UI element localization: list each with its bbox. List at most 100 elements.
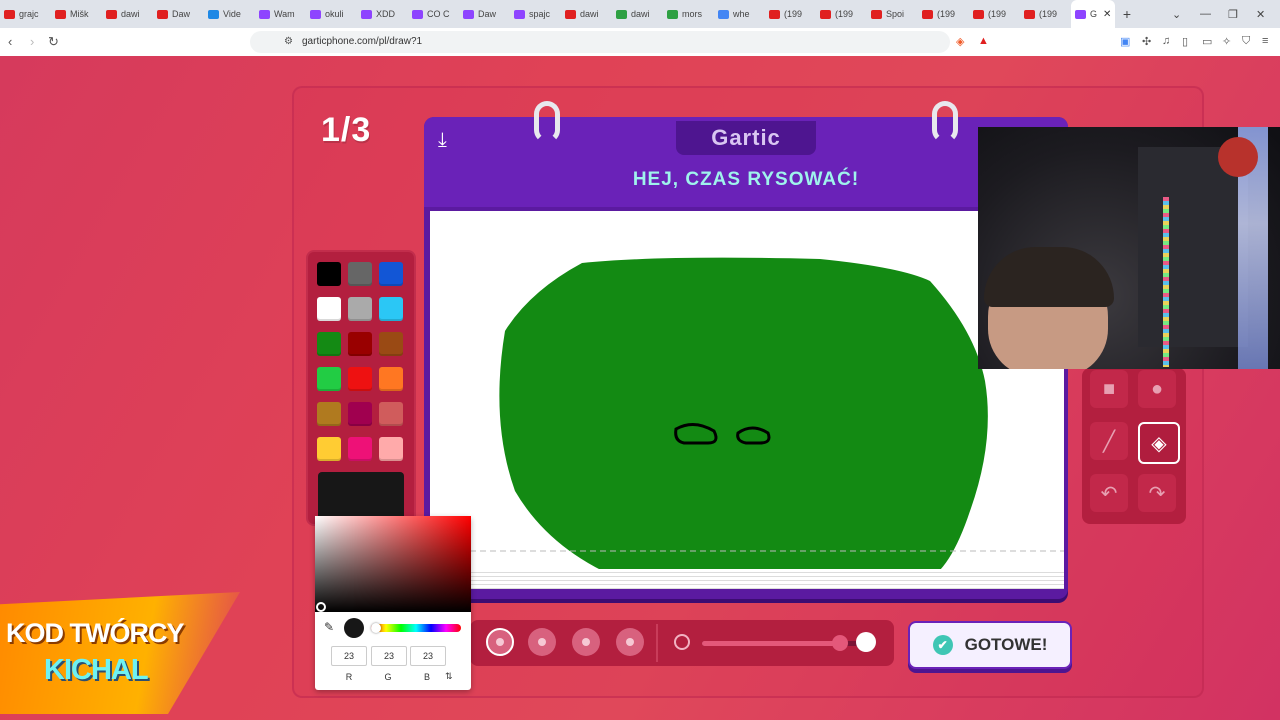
palette-swatch[interactable] — [317, 437, 341, 461]
brush-slider-knob[interactable] — [831, 635, 848, 651]
address-bar[interactable]: ⚙ garticphone.com/pl/draw?1 — [250, 31, 950, 53]
current-color-swatch[interactable] — [318, 472, 404, 520]
drawing-book: ⤓ Gartic HEJ, CZAS RYSOWAĆ! — [424, 101, 1068, 599]
back-icon[interactable]: ‹ — [8, 34, 12, 49]
vpn-icon[interactable]: ⛉ — [1242, 35, 1250, 48]
red-value-field[interactable]: 23 — [331, 646, 367, 666]
palette-swatch[interactable] — [348, 297, 372, 321]
browser-tab[interactable]: spajc — [510, 0, 561, 28]
browser-tab[interactable]: Mišk — [51, 0, 102, 28]
paper-edge — [430, 569, 1064, 589]
palette-swatch[interactable] — [348, 367, 372, 391]
hue-slider[interactable] — [371, 624, 461, 632]
rewards-icon[interactable]: ▲ — [978, 35, 989, 47]
browser-tab[interactable]: (199 — [918, 0, 969, 28]
browser-tab[interactable]: whe — [714, 0, 765, 28]
browser-tab[interactable]: dawi — [561, 0, 612, 28]
sidebar-icon[interactable]: ▯ — [1182, 35, 1188, 48]
palette-swatch[interactable] — [379, 332, 403, 356]
media-icon[interactable]: ♫ — [1162, 35, 1170, 47]
tab-favicon-icon — [667, 9, 678, 19]
browser-tab[interactable]: mors — [663, 0, 714, 28]
browser-tab[interactable]: (199 — [816, 0, 867, 28]
tab-favicon-icon — [973, 9, 984, 19]
palette-swatch[interactable] — [379, 402, 403, 426]
fill-bucket-icon[interactable]: ◈ — [1138, 422, 1180, 464]
extensions-icon[interactable]: ✣ — [1142, 35, 1151, 48]
download-icon[interactable]: ⤓ — [438, 129, 447, 152]
brush-size-4-button[interactable] — [616, 628, 644, 656]
undo-icon[interactable]: ↶ — [1090, 474, 1128, 512]
browser-tab[interactable]: Daw — [459, 0, 510, 28]
tab-list-icon[interactable]: ⌄ — [1172, 0, 1181, 28]
palette-swatch[interactable] — [317, 367, 341, 391]
translate-icon[interactable]: ▣ — [1120, 35, 1130, 48]
palette-swatch[interactable] — [317, 402, 341, 426]
browser-tab[interactable]: okuli — [306, 0, 357, 28]
eyedropper-icon[interactable]: ✎ — [324, 620, 334, 634]
browser-tab[interactable]: Spoi — [867, 0, 918, 28]
active-tab[interactable]: G ✕ — [1071, 0, 1115, 28]
brush-size-1-button[interactable] — [486, 628, 514, 656]
green-blob — [499, 257, 988, 581]
mode-toggle-icon[interactable]: ⇅ — [445, 671, 453, 682]
palette-swatch[interactable] — [379, 262, 403, 286]
blue-value-field[interactable]: 23 — [410, 646, 446, 666]
close-tab-icon[interactable]: ✕ — [1103, 9, 1111, 20]
tab-label: whe — [733, 9, 750, 19]
palette-swatch[interactable] — [348, 402, 372, 426]
browser-tab[interactable]: Vide — [204, 0, 255, 28]
cam-shelf — [1138, 147, 1248, 347]
line-tool-icon[interactable]: ╱ — [1090, 422, 1128, 460]
cam-led-strip — [1163, 197, 1169, 367]
brush-size-3-button[interactable] — [572, 628, 600, 656]
streamer-hair — [984, 247, 1114, 307]
ellipse-tool-icon[interactable]: ● — [1138, 370, 1176, 408]
saturation-value-area[interactable] — [315, 516, 471, 612]
brush-size-2-button[interactable] — [528, 628, 556, 656]
browser-tab[interactable]: Daw — [153, 0, 204, 28]
brave-shield-icon[interactable]: ◈ — [956, 35, 964, 48]
browser-tab[interactable]: CO C — [408, 0, 459, 28]
reload-icon[interactable]: ↻ — [48, 34, 59, 50]
browser-tab[interactable]: (199 — [1020, 0, 1071, 28]
forward-icon[interactable]: › — [30, 34, 34, 49]
new-tab-icon[interactable]: + — [1115, 6, 1139, 22]
red-label: R — [345, 672, 353, 682]
close-window-icon[interactable]: ✕ — [1256, 0, 1265, 28]
palette-swatch[interactable] — [379, 437, 403, 461]
palette-swatch[interactable] — [348, 332, 372, 356]
palette-swatch[interactable] — [348, 262, 372, 286]
browser-tab[interactable]: Wam — [255, 0, 306, 28]
url-text[interactable]: garticphone.com/pl/draw?1 — [302, 36, 422, 47]
binder-ring-right — [932, 101, 958, 143]
done-label: GOTOWE! — [964, 635, 1048, 654]
palette-swatch[interactable] — [317, 297, 341, 321]
drawing-canvas[interactable] — [430, 211, 1064, 589]
browser-tab[interactable]: XDD — [357, 0, 408, 28]
browser-tab[interactable]: (199 — [969, 0, 1020, 28]
palette-swatch[interactable] — [317, 262, 341, 286]
tab-label: CO C — [427, 9, 450, 19]
site-info-icon[interactable]: ⚙ — [284, 36, 293, 47]
leo-icon[interactable]: ✧ — [1222, 35, 1231, 48]
restore-icon[interactable]: ❐ — [1228, 0, 1238, 28]
browser-tab[interactable]: dawi — [102, 0, 153, 28]
minimize-icon[interactable]: — — [1200, 0, 1211, 28]
menu-icon[interactable]: ≡ — [1262, 35, 1268, 47]
hue-slider-knob[interactable] — [371, 623, 381, 633]
palette-swatch[interactable] — [379, 367, 403, 391]
green-value-field[interactable]: 23 — [371, 646, 407, 666]
wallet-icon[interactable]: ▭ — [1202, 35, 1212, 48]
browser-tab[interactable]: grajc — [0, 0, 51, 28]
browser-tab[interactable]: (199 — [765, 0, 816, 28]
rectangle-tool-icon[interactable]: ■ — [1090, 370, 1128, 408]
palette-swatch[interactable] — [379, 297, 403, 321]
palette-swatch[interactable] — [317, 332, 341, 356]
redo-icon[interactable]: ↷ — [1138, 474, 1176, 512]
picker-cursor[interactable] — [316, 602, 326, 612]
tab-favicon-icon — [208, 9, 219, 19]
palette-swatch[interactable] — [348, 437, 372, 461]
done-button[interactable]: ✔ GOTOWE! — [908, 621, 1072, 669]
browser-tab[interactable]: dawi — [612, 0, 663, 28]
